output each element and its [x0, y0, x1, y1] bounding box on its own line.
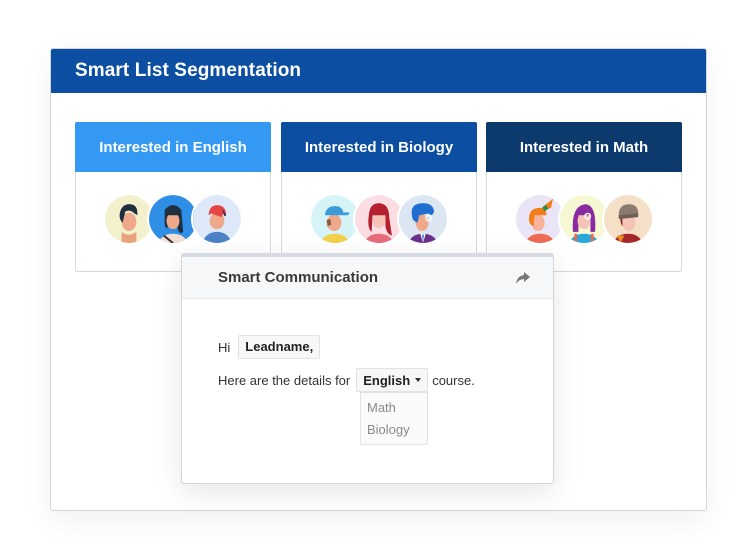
leadname-token[interactable]: Leadname, [238, 335, 321, 359]
avatar-man-beanie [602, 193, 654, 245]
avatar-group [487, 193, 681, 245]
panel-title: Smart List Segmentation [75, 60, 302, 81]
course-dropdown-menu: Math Biology [360, 392, 428, 445]
avatar-man-red-hair [191, 193, 243, 245]
course-option-math[interactable]: Math [361, 397, 427, 419]
avatar-group [282, 193, 476, 245]
dialog-title: Smart Communication [218, 269, 379, 286]
segment-card-biology[interactable]: Interested in Biology [281, 122, 477, 272]
details-prefix-text: Here are the details for [218, 372, 351, 388]
caret-down-icon [415, 378, 422, 382]
avatar-group [76, 193, 270, 245]
course-option-biology[interactable]: Biology [361, 419, 427, 441]
details-suffix-text: course. [432, 372, 475, 388]
segment-header: Interested in Math [486, 122, 682, 172]
segment-header: Interested in Biology [281, 122, 477, 172]
greeting-text: Hi [218, 339, 231, 355]
greeting-line: Hi Leadname, [218, 335, 533, 359]
message-body[interactable]: Hi Leadname, Here are the details for En… [218, 335, 533, 445]
course-line: Here are the details for English course.… [218, 368, 533, 445]
share-icon[interactable] [515, 271, 531, 285]
avatar-man-blue-hair-glasses [397, 193, 449, 245]
panel-header: Smart List Segmentation [51, 49, 706, 93]
course-select[interactable]: English [356, 368, 429, 392]
segment-header: Interested in English [75, 122, 271, 172]
segment-card-math[interactable]: Interested in Math [486, 122, 682, 272]
dialog-header: Smart Communication [182, 257, 553, 299]
segment-card-english[interactable]: Interested in English [75, 122, 271, 272]
course-select-value: English [363, 372, 411, 388]
smart-communication-dialog: Smart Communication Hi Leadname, Here ar… [181, 253, 554, 484]
